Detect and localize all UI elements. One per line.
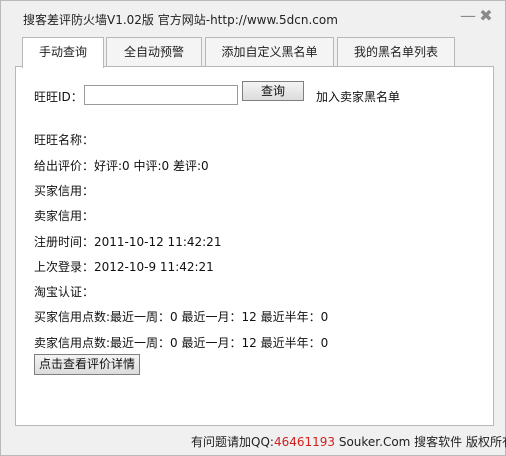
minimize-icon[interactable]: — bbox=[460, 8, 476, 24]
wangwang-id-input[interactable] bbox=[84, 85, 238, 105]
tab-my-blacklist[interactable]: 我的黑名单列表 bbox=[337, 37, 455, 66]
view-rating-details-button[interactable]: 点击查看评价详情 bbox=[34, 354, 140, 375]
given-rating-field: 给出评价：好评:0 中评:0 差评:0 bbox=[34, 159, 209, 173]
title-bar: 搜客差评防火墙V1.02版 官方网站-http://www.5dcn.com —… bbox=[1, 1, 505, 33]
seller-credit-field: 卖家信用： bbox=[34, 209, 95, 223]
taobao-auth-field: 淘宝认证： bbox=[34, 285, 95, 299]
footer-qq-number: 46461193 bbox=[273, 435, 336, 449]
register-time-field: 注册时间：2011-10-12 11:42:21 bbox=[34, 235, 222, 249]
buyer-credit-points-field: 买家信用点数:最近一周：0 最近一月：12 最近半年：0 bbox=[34, 310, 329, 324]
buyer-credit-field: 买家信用： bbox=[34, 184, 95, 198]
query-button[interactable]: 查询 bbox=[242, 81, 304, 101]
footer-copyright: 有问题请加QQ:46461193 Souker.Com 搜客软件 版权所有 bbox=[191, 433, 506, 450]
window-title: 搜客差评防火墙V1.02版 官方网站-http://www.5dcn.com bbox=[23, 13, 338, 27]
app-window: 搜客差评防火墙V1.02版 官方网站-http://www.5dcn.com —… bbox=[0, 0, 506, 456]
tab-auto-alert[interactable]: 全自动预警 bbox=[106, 37, 202, 66]
last-login-field: 上次登录：2012-10-9 11:42:21 bbox=[34, 260, 214, 274]
close-icon[interactable]: ✖ bbox=[479, 8, 493, 24]
tab-manual-query[interactable]: 手动查询 bbox=[22, 37, 104, 68]
tab-add-custom-blacklist[interactable]: 添加自定义黑名单 bbox=[205, 37, 334, 66]
add-seller-blacklist-link[interactable]: 加入卖家黑名单 bbox=[316, 88, 400, 105]
wangwang-name-field: 旺旺名称： bbox=[34, 133, 95, 147]
footer-prefix: 有问题请加QQ: bbox=[191, 435, 274, 449]
wangwang-id-label: 旺旺ID： bbox=[34, 90, 83, 104]
seller-credit-points-field: 卖家信用点数:最近一周：0 最近一月：12 最近半年：0 bbox=[34, 336, 329, 350]
footer-suffix: Souker.Com 搜客软件 版权所有 bbox=[335, 435, 506, 449]
